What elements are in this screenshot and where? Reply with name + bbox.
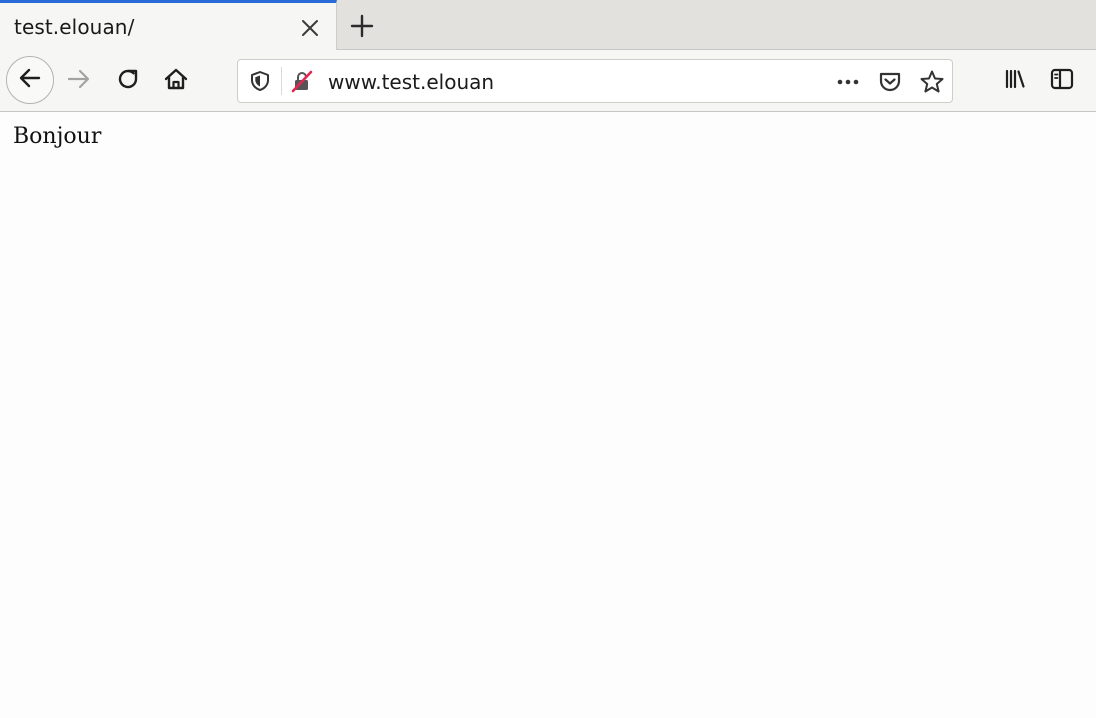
- back-button[interactable]: [6, 56, 54, 104]
- urlbar-separator: [281, 67, 282, 95]
- tab-title: test.elouan/: [14, 15, 135, 39]
- tab-active[interactable]: test.elouan/: [0, 0, 337, 50]
- address-bar[interactable]: [237, 59, 953, 103]
- shield-icon[interactable]: [248, 69, 272, 93]
- close-icon[interactable]: [297, 15, 323, 41]
- more-icon[interactable]: [834, 68, 862, 96]
- forward-button[interactable]: [62, 64, 96, 98]
- pocket-icon[interactable]: [876, 68, 904, 96]
- sidebar-icon: [1048, 65, 1076, 97]
- new-tab-button[interactable]: [346, 10, 378, 42]
- lock-strikethrough-icon[interactable]: [290, 69, 314, 93]
- reload-icon: [114, 65, 142, 97]
- arrow-right-icon: [65, 65, 93, 97]
- page-body-text: Bonjour: [13, 124, 102, 149]
- browser-window: test.elouan/ www.test.elouan Bonjour: [0, 0, 1096, 718]
- library-button[interactable]: [998, 64, 1032, 98]
- home-icon: [162, 65, 190, 97]
- url-input[interactable]: [328, 70, 808, 94]
- arrow-left-icon: [16, 64, 44, 96]
- reload-button[interactable]: [111, 64, 145, 98]
- page-content: Bonjour: [0, 112, 1096, 718]
- plus-icon: [346, 14, 378, 46]
- star-icon[interactable]: [918, 68, 946, 96]
- sidebar-button[interactable]: [1045, 64, 1079, 98]
- library-icon: [1001, 65, 1029, 97]
- navigation-toolbar: [0, 50, 1096, 112]
- home-button[interactable]: [159, 64, 193, 98]
- tab-strip: test.elouan/: [0, 0, 1096, 50]
